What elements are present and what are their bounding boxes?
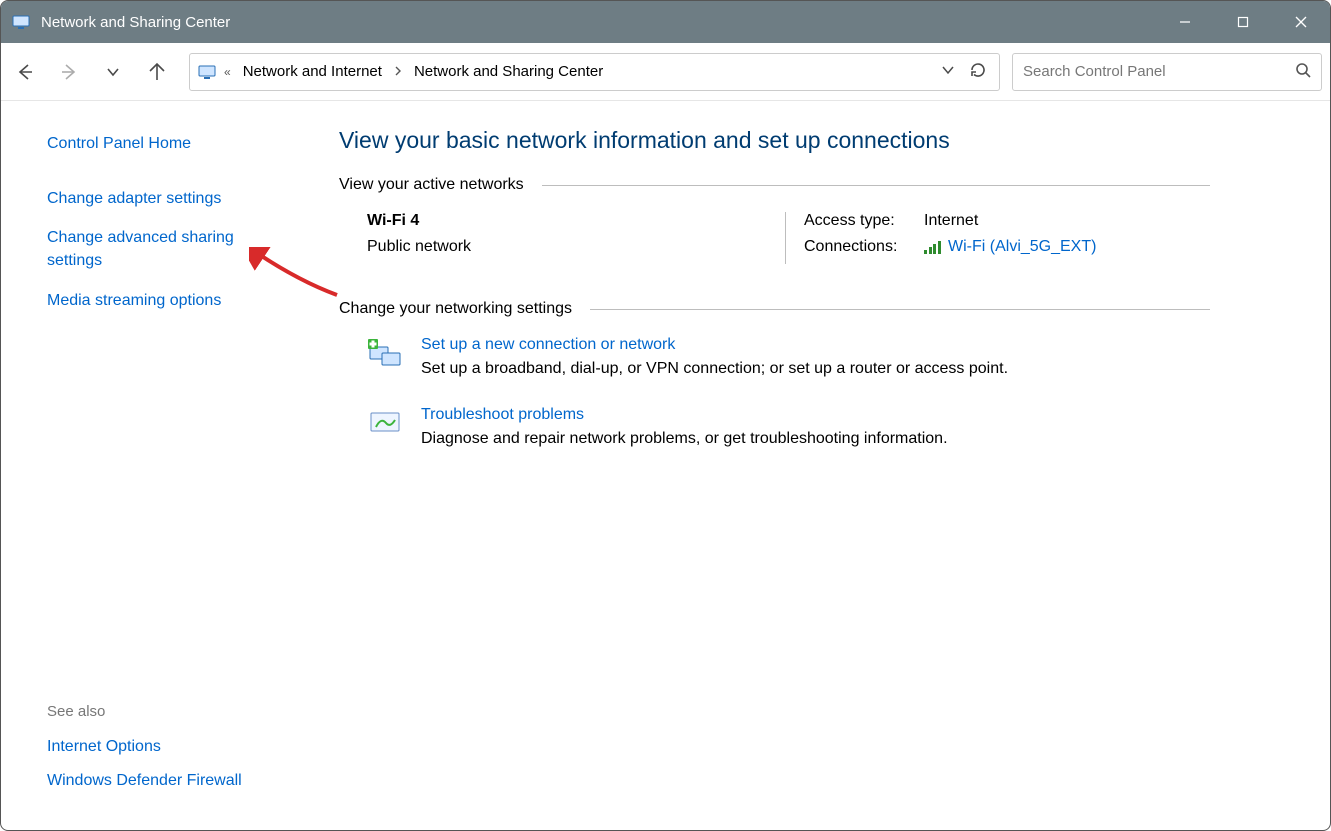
troubleshoot-desc: Diagnose and repair network problems, or… — [421, 430, 948, 448]
access-type-label: Access type: — [804, 212, 924, 230]
connection-link[interactable]: Wi-Fi (Alvi_5G_EXT) — [948, 238, 1096, 256]
back-button[interactable] — [5, 52, 45, 92]
see-also-internet-options[interactable]: Internet Options — [47, 738, 287, 756]
see-also-header: See also — [47, 703, 287, 720]
window-frame: Network and Sharing Center — [0, 0, 1331, 831]
setup-connection-icon — [367, 336, 403, 372]
network-type: Public network — [367, 238, 767, 256]
access-type-value: Internet — [924, 212, 978, 230]
section-change-settings: Change your networking settings — [339, 300, 1210, 318]
setup-connection-desc: Set up a broadband, dial-up, or VPN conn… — [421, 360, 1008, 378]
sidebar-link-adapter-settings[interactable]: Change adapter settings — [47, 187, 287, 210]
troubleshoot-icon — [367, 406, 403, 442]
section-change-label: Change your networking settings — [339, 300, 572, 318]
recent-dropdown-button[interactable] — [93, 52, 133, 92]
close-button[interactable] — [1272, 1, 1330, 43]
address-bar[interactable]: « Network and Internet Network and Shari… — [189, 53, 1000, 91]
network-name: Wi-Fi 4 — [367, 212, 767, 230]
up-button[interactable] — [137, 52, 177, 92]
window-title: Network and Sharing Center — [41, 14, 1156, 31]
minimize-button[interactable] — [1156, 1, 1214, 43]
breadcrumb-chevron-icon: « — [224, 65, 231, 79]
app-icon — [11, 12, 31, 32]
main-content: View your basic network information and … — [311, 101, 1330, 830]
section-active-networks: View your active networks — [339, 176, 1210, 194]
chevron-right-icon — [394, 65, 402, 79]
toolbar: « Network and Internet Network and Shari… — [1, 43, 1330, 101]
connections-label: Connections: — [804, 238, 924, 256]
sidebar-link-media-streaming[interactable]: Media streaming options — [47, 289, 287, 312]
title-bar: Network and Sharing Center — [1, 1, 1330, 43]
breadcrumb-current[interactable]: Network and Sharing Center — [408, 59, 609, 84]
active-network-left: Wi-Fi 4 Public network — [367, 212, 767, 264]
breadcrumb-parent[interactable]: Network and Internet — [237, 59, 388, 84]
sidebar-home-link[interactable]: Control Panel Home — [47, 135, 287, 153]
section-active-label: View your active networks — [339, 176, 524, 194]
sidebar: Control Panel Home Change adapter settin… — [1, 101, 311, 830]
see-also-defender-firewall[interactable]: Windows Defender Firewall — [47, 772, 287, 790]
search-icon[interactable] — [1295, 62, 1311, 82]
address-dropdown-button[interactable] — [941, 63, 955, 81]
setting-item-troubleshoot: Troubleshoot problems Diagnose and repai… — [367, 406, 1210, 448]
troubleshoot-link[interactable]: Troubleshoot problems — [421, 406, 584, 424]
search-input[interactable] — [1023, 63, 1295, 80]
refresh-button[interactable] — [969, 61, 987, 83]
control-panel-icon — [196, 61, 218, 83]
forward-button[interactable] — [49, 52, 89, 92]
wifi-signal-icon — [924, 240, 942, 254]
search-box[interactable] — [1012, 53, 1322, 91]
maximize-button[interactable] — [1214, 1, 1272, 43]
setting-item-setup-connection: Set up a new connection or network Set u… — [367, 336, 1210, 378]
vertical-divider — [785, 212, 786, 264]
active-network-block: Wi-Fi 4 Public network Access type: Inte… — [367, 212, 1210, 264]
window-controls — [1156, 1, 1330, 43]
body: Control Panel Home Change adapter settin… — [1, 101, 1330, 830]
divider — [590, 309, 1210, 310]
page-title: View your basic network information and … — [339, 127, 1210, 154]
active-network-right: Access type: Internet Connections: Wi-Fi… — [804, 212, 1096, 264]
sidebar-link-advanced-sharing[interactable]: Change advanced sharing settings — [47, 226, 287, 272]
setup-connection-link[interactable]: Set up a new connection or network — [421, 336, 675, 354]
divider — [542, 185, 1210, 186]
